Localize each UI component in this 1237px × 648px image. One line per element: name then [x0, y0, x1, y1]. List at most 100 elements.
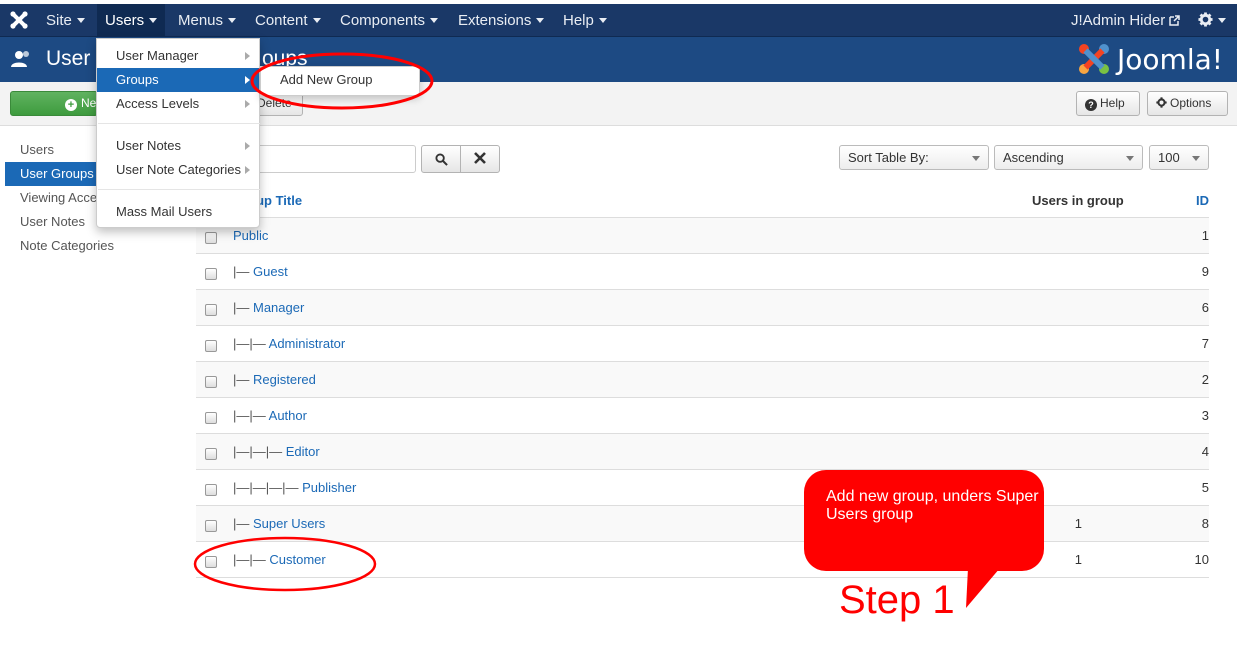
table-row: |—|— Administrator 7: [196, 326, 1209, 362]
tree-prefix: |—: [233, 516, 253, 531]
sidebar-item-note-categories[interactable]: Note Categories: [5, 234, 185, 258]
column-id[interactable]: ID: [1196, 193, 1209, 208]
tree-prefix: |—|—|—|—: [233, 480, 303, 495]
chevron-down-icon: [1192, 156, 1200, 161]
users-icon: [10, 49, 32, 74]
nav-help[interactable]: Help: [555, 4, 615, 37]
group-id: 6: [1201, 300, 1209, 315]
sort-table-select[interactable]: Sort Table By:: [839, 145, 989, 170]
menu-item-label: Mass Mail Users: [116, 204, 213, 219]
chevron-right-icon: [245, 166, 250, 174]
nav-content[interactable]: Content: [247, 4, 329, 37]
menu-item-user-notes[interactable]: User Notes: [97, 134, 259, 158]
menu-item-add-new-group[interactable]: Add New Group: [261, 68, 419, 92]
chevron-down-icon: [1126, 156, 1134, 161]
users-count: 1: [1074, 516, 1082, 531]
tree-prefix: |—|—: [233, 408, 269, 423]
group-title-link[interactable]: Administrator: [269, 336, 346, 351]
new-button-label: Ne: [81, 96, 97, 110]
options-button-label: Options: [1170, 96, 1212, 110]
menu-item-label: Access Levels: [116, 96, 200, 111]
row-checkbox[interactable]: [205, 448, 217, 460]
nav-user-site-link[interactable]: J!Admin Hider: [1063, 4, 1188, 37]
clear-button[interactable]: [460, 145, 500, 173]
help-button-label: Help: [1100, 96, 1125, 110]
group-id: 5: [1201, 480, 1209, 495]
menu-item-label: User Manager: [116, 48, 199, 63]
group-title-link[interactable]: Publisher: [302, 480, 356, 495]
help-button[interactable]: ? Help: [1076, 91, 1140, 116]
nav-menus[interactable]: Menus: [170, 4, 244, 37]
group-id: 2: [1201, 372, 1209, 387]
sort-select-value: Sort Table By:: [848, 150, 929, 165]
table-row: |— Registered 2: [196, 362, 1209, 398]
nav-users[interactable]: Users: [97, 4, 166, 37]
chevron-down-icon: [228, 18, 237, 23]
list-limit-select[interactable]: 100: [1149, 145, 1209, 170]
sidebar-item-user-groups[interactable]: User Groups: [5, 162, 97, 186]
group-id: 10: [1194, 552, 1209, 567]
menu-item-label: User Notes: [116, 138, 182, 153]
group-title-link[interactable]: Author: [269, 408, 307, 423]
row-checkbox[interactable]: [205, 556, 217, 568]
row-checkbox[interactable]: [205, 520, 217, 532]
new-button[interactable]: + Ne: [10, 91, 98, 116]
row-checkbox[interactable]: [205, 412, 217, 424]
row-checkbox[interactable]: [205, 232, 217, 244]
menu-item-mass-mail-users[interactable]: Mass Mail Users: [97, 200, 259, 224]
nav-extensions[interactable]: Extensions: [450, 4, 552, 37]
chevron-right-icon: [245, 142, 250, 150]
users-count: 1: [1074, 552, 1082, 567]
chevron-right-icon: [245, 100, 250, 108]
table-header: Group Title Users in group ID: [196, 183, 1209, 218]
chevron-down-icon: [1218, 18, 1226, 23]
user-site-label: J!Admin Hider: [1071, 12, 1166, 29]
group-id: 1: [1201, 228, 1209, 243]
chevron-right-icon: [245, 52, 250, 60]
group-title-link[interactable]: Customer: [269, 552, 325, 567]
options-button[interactable]: Options: [1147, 91, 1228, 116]
nav-components[interactable]: Components: [332, 4, 446, 37]
joomla-icon[interactable]: [9, 10, 29, 30]
menu-item-user-note-categories[interactable]: User Note Categories: [97, 158, 259, 182]
chevron-down-icon: [312, 18, 321, 23]
search-button[interactable]: [421, 145, 461, 173]
menu-item-access-levels[interactable]: Access Levels: [97, 92, 259, 116]
joomla-logo-icon: [1079, 44, 1110, 74]
group-title-link[interactable]: Guest: [253, 264, 288, 279]
chevron-down-icon: [430, 18, 439, 23]
sort-direction-select[interactable]: Ascending: [994, 145, 1143, 170]
nav-site[interactable]: Site: [38, 4, 93, 37]
search-input[interactable]: [254, 145, 416, 173]
row-checkbox[interactable]: [205, 484, 217, 496]
table-row: |— Super Users 1 8: [196, 506, 1209, 542]
row-checkbox[interactable]: [205, 268, 217, 280]
table-row: |— Guest 9: [196, 254, 1209, 290]
menu-item-user-manager[interactable]: User Manager: [97, 44, 259, 68]
group-id: 9: [1201, 264, 1209, 279]
group-id: 8: [1201, 516, 1209, 531]
menu-item-groups[interactable]: Groups: [97, 68, 259, 92]
nav-users-label: Users: [105, 12, 145, 29]
page-title: User: [46, 47, 91, 70]
group-title-link[interactable]: Public: [233, 228, 268, 243]
group-title-link[interactable]: Super Users: [253, 516, 325, 531]
group-title-link[interactable]: Registered: [253, 372, 316, 387]
table-row: |—|—|—|— Publisher 5: [196, 470, 1209, 506]
gear-icon: [1156, 96, 1170, 110]
gear-icon: [1198, 12, 1213, 29]
nav-help-label: Help: [563, 12, 594, 29]
group-title-link[interactable]: Editor: [286, 444, 320, 459]
group-title-link[interactable]: Manager: [253, 300, 304, 315]
tree-prefix: |—: [233, 264, 253, 279]
row-checkbox[interactable]: [205, 340, 217, 352]
chevron-down-icon: [76, 18, 85, 23]
nav-menus-label: Menus: [178, 12, 224, 29]
row-checkbox[interactable]: [205, 304, 217, 316]
settings-menu[interactable]: [1190, 4, 1234, 37]
annotation-callout: Add new group, unders Super Users group: [804, 470, 1044, 571]
row-checkbox[interactable]: [205, 376, 217, 388]
menu-divider: [98, 123, 260, 124]
tree-prefix: |—: [233, 300, 253, 315]
delete-button-label: Delete: [257, 96, 292, 110]
